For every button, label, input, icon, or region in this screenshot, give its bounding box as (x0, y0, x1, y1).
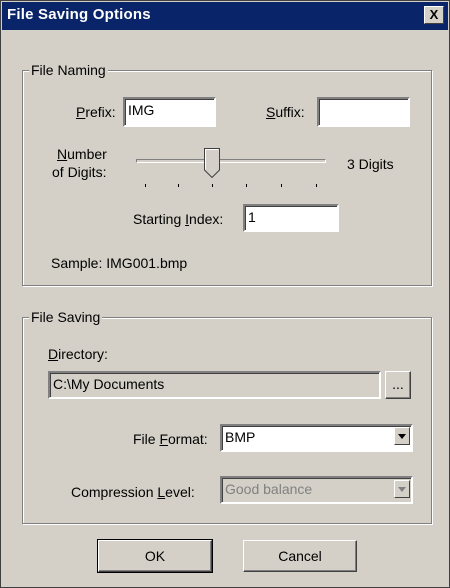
cancel-label: Cancel (278, 548, 322, 564)
file-format-dropdown-icon[interactable] (394, 427, 410, 445)
slider-tick (178, 184, 179, 187)
directory-label: Directory: (48, 346, 108, 362)
prefix-label-rest: refix: (85, 104, 116, 120)
ok-button[interactable]: OK (97, 539, 213, 573)
suffix-label: Suffix: (266, 104, 305, 120)
suffix-input[interactable] (317, 97, 410, 127)
close-button[interactable]: X (424, 6, 444, 24)
suffix-label-rest: uffix: (275, 104, 305, 120)
digits-label-line1-rest: umber (67, 146, 107, 162)
dialog-title: File Saving Options (7, 6, 151, 23)
compression-dropdown-icon (394, 480, 410, 498)
prefix-input[interactable]: IMG (123, 97, 216, 127)
compression-select: Good balance (220, 476, 413, 504)
browse-label: ... (392, 376, 404, 392)
digits-value: 3 Digits (347, 156, 394, 172)
file-format-label-rest: ormat: (168, 431, 208, 447)
slider-tick (281, 184, 282, 187)
title-bar[interactable]: File Saving Options X (2, 2, 448, 30)
compression-label-rest: evel: (165, 484, 195, 500)
digits-slider-track[interactable] (136, 159, 326, 163)
file-saving-options-dialog: File Saving Options X File Naming Prefix… (0, 0, 450, 588)
starting-index-label-rest: ndex: (189, 211, 224, 227)
browse-button[interactable]: ... (385, 371, 411, 399)
sample-filename: Sample: IMG001.bmp (51, 255, 188, 271)
file-format-label: File Format: (133, 431, 208, 447)
file-naming-group-label: File Naming (29, 62, 108, 78)
ok-label: OK (144, 548, 166, 564)
digits-slider-thumb[interactable] (204, 148, 220, 178)
slider-tick (316, 184, 317, 187)
slider-tick (212, 184, 213, 187)
digits-label-line1: Number (57, 146, 107, 162)
cancel-button[interactable]: Cancel (243, 540, 357, 572)
digits-label-line2: of Digits: (52, 164, 107, 180)
starting-index-input[interactable]: 1 (243, 204, 339, 232)
compression-label: Compression Level: (71, 484, 195, 500)
file-format-value: BMP (225, 429, 256, 445)
slider-tick (145, 184, 146, 187)
starting-index-label: Starting Index: (133, 211, 224, 227)
prefix-label: Prefix: (76, 104, 116, 120)
close-icon: X (429, 7, 439, 22)
file-format-select[interactable]: BMP (220, 424, 413, 452)
slider-tick (246, 184, 247, 187)
compression-value: Good balance (225, 481, 313, 497)
directory-field[interactable]: C:\My Documents (48, 371, 381, 399)
directory-label-rest: irectory: (58, 346, 108, 362)
file-saving-group-label: File Saving (29, 309, 103, 325)
